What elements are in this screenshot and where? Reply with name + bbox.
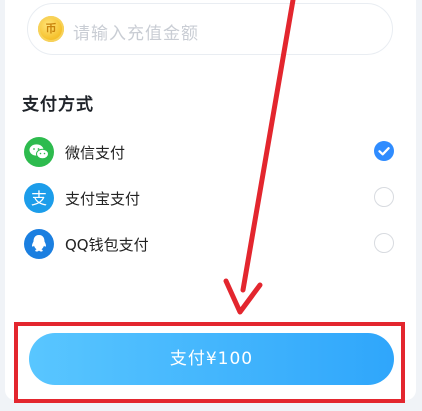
- wechat-icon: [24, 137, 54, 167]
- payment-option-wechat[interactable]: 微信支付: [20, 134, 402, 170]
- coin-icon: 币: [38, 16, 64, 42]
- selected-check-icon[interactable]: [374, 141, 394, 161]
- radio-unchecked-icon[interactable]: [374, 233, 394, 253]
- pay-button[interactable]: 支付¥100: [29, 333, 394, 385]
- amount-placeholder: 请输入充值金额: [73, 24, 199, 44]
- amount-input[interactable]: 币 请输入充值金额: [27, 3, 393, 55]
- recharge-page: 币 请输入充值金额 支付方式 微信支付 支 支付宝支付 QQ钱包支付 支付¥10…: [0, 0, 422, 411]
- qq-wallet-icon: [24, 229, 54, 259]
- payment-option-label: 微信支付: [65, 144, 126, 162]
- radio-unchecked-icon[interactable]: [374, 187, 394, 207]
- payment-option-label: QQ钱包支付: [65, 236, 149, 254]
- payment-option-alipay[interactable]: 支 支付宝支付: [20, 180, 402, 216]
- payment-option-qq-wallet[interactable]: QQ钱包支付: [20, 226, 402, 262]
- payment-option-label: 支付宝支付: [65, 190, 141, 208]
- svg-text:支: 支: [31, 189, 47, 208]
- payment-method-title: 支付方式: [22, 95, 94, 115]
- alipay-icon: 支: [24, 183, 54, 213]
